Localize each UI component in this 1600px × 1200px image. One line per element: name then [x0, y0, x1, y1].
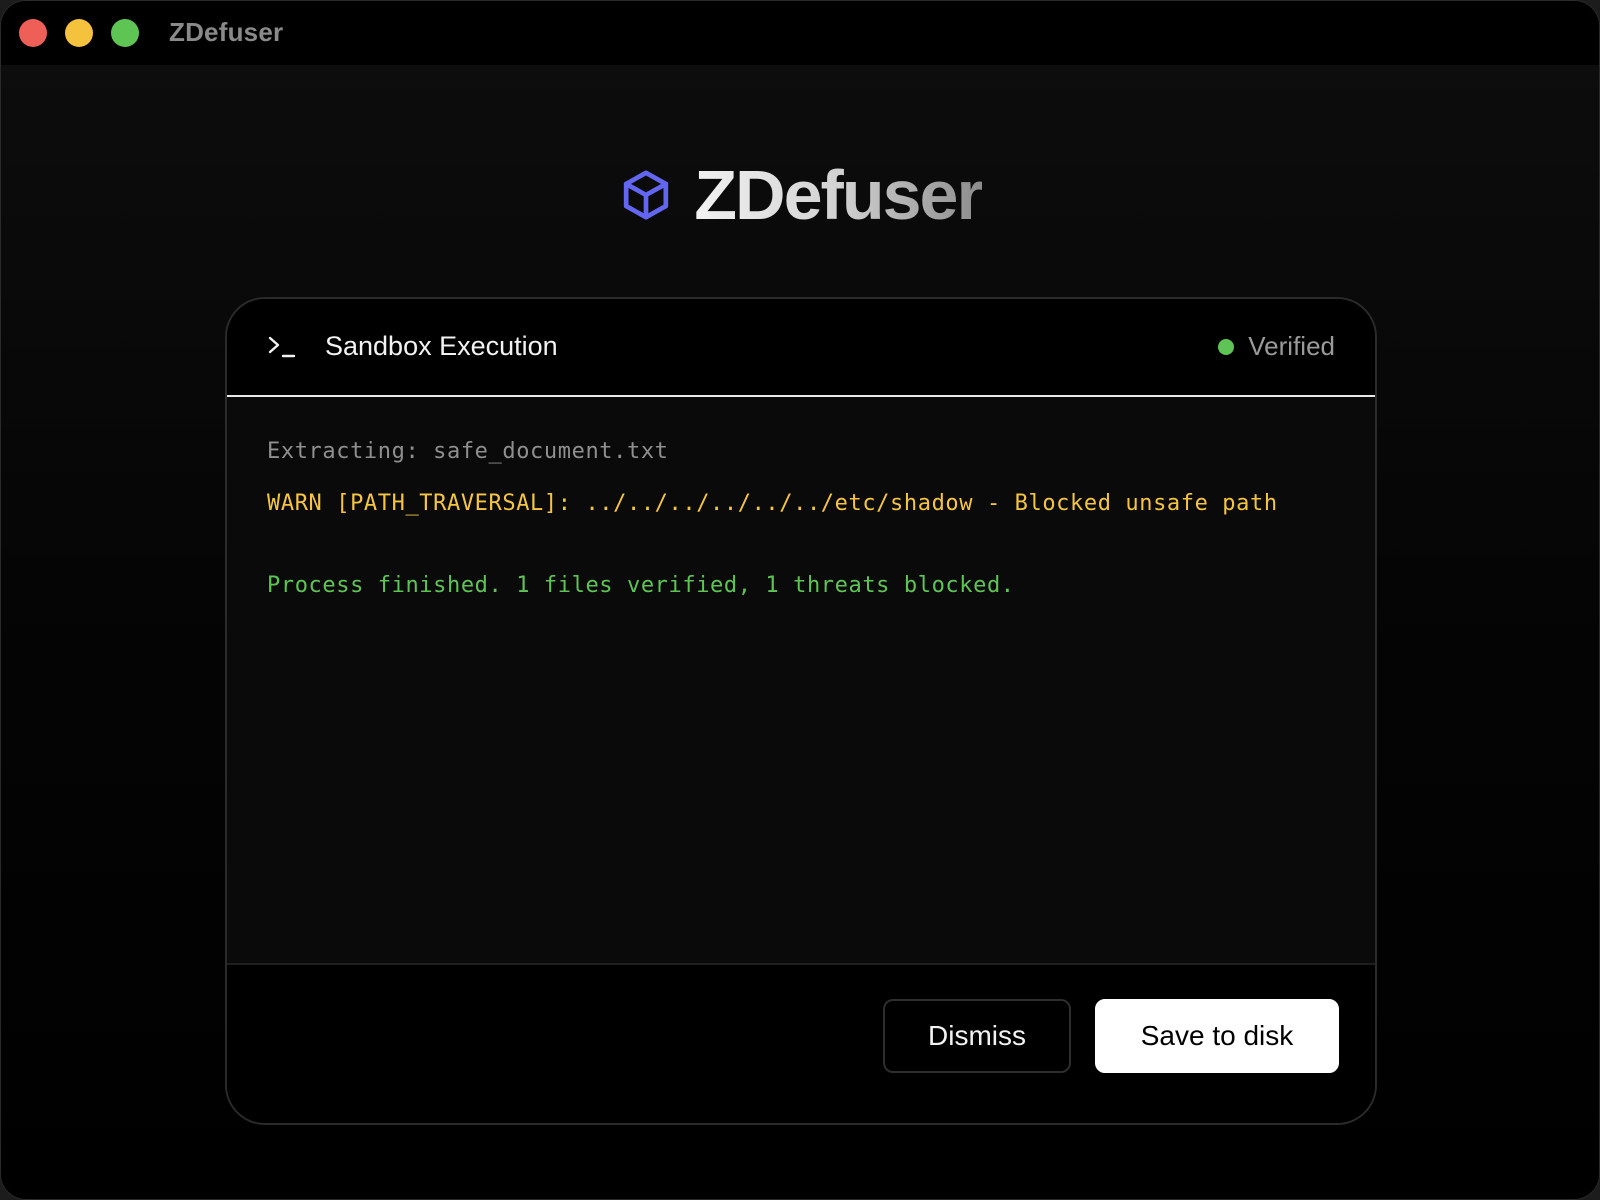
brand-header: ZDefuser: [1, 155, 1599, 235]
window-title: ZDefuser: [169, 17, 284, 47]
card-footer: Dismiss Save to disk: [227, 965, 1375, 1123]
status-badge: Verified: [1218, 331, 1335, 362]
status-dot-icon: [1218, 338, 1235, 355]
dismiss-button[interactable]: Dismiss: [883, 999, 1071, 1073]
window-minimize-button[interactable]: [65, 19, 93, 47]
status-label: Verified: [1248, 331, 1335, 361]
log-line-info: Extracting: safe_document.txt: [267, 439, 669, 464]
window-zoom-button[interactable]: [111, 19, 139, 47]
terminal-prompt-icon: [268, 336, 296, 358]
save-to-disk-button[interactable]: Save to disk: [1095, 999, 1339, 1073]
window-close-button[interactable]: [19, 19, 47, 47]
card-title: Sandbox Execution: [325, 331, 558, 361]
app-window: ZDefuser ZDefuser Sandbox Execution Veri…: [0, 0, 1600, 1200]
card-header: Sandbox Execution Verified: [227, 299, 1375, 397]
log-line-success: Process finished. 1 files verified, 1 th…: [267, 573, 1015, 598]
brand-name: ZDefuser: [694, 156, 983, 234]
sandbox-execution-card: Sandbox Execution Verified Extracting: s…: [225, 297, 1377, 1125]
log-line-warning: WARN [PATH_TRAVERSAL]: ../../../../../..…: [267, 491, 1278, 516]
console-output[interactable]: Extracting: safe_document.txt WARN [PATH…: [227, 397, 1375, 965]
title-bar[interactable]: ZDefuser: [1, 1, 1599, 65]
cube-icon: [624, 170, 669, 220]
main-content: ZDefuser Sandbox Execution Verified Extr…: [1, 65, 1599, 1199]
